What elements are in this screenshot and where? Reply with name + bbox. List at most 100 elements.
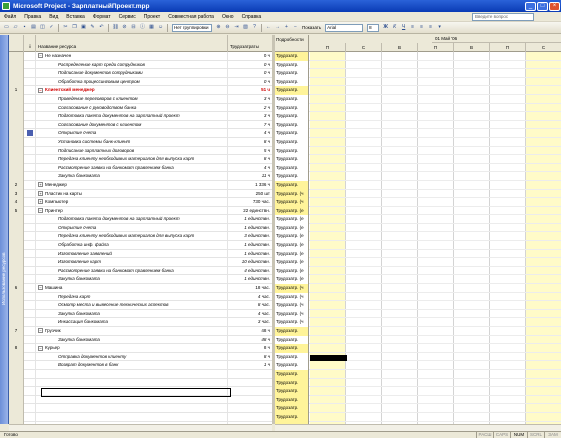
row-id[interactable] — [9, 155, 24, 164]
work-cell[interactable]: 4 час. — [228, 293, 272, 302]
day-header[interactable]: С — [526, 43, 561, 52]
menu-file[interactable]: Файл — [0, 14, 20, 20]
view-bar[interactable]: Использование ресурсов — [0, 35, 9, 424]
collapse-icon[interactable]: − — [38, 208, 43, 213]
notes-icon[interactable]: ▦ — [148, 24, 155, 31]
usage-row[interactable]: Трудозатр. (е — [275, 232, 561, 242]
empty-row[interactable] — [9, 378, 272, 388]
resource-name-cell[interactable]: Передача клиенту необходимых материалов … — [36, 155, 228, 164]
selected-cell-bar[interactable] — [310, 354, 347, 361]
expand-icon[interactable]: + — [38, 199, 43, 205]
format-painter-icon[interactable]: ✎ — [89, 24, 96, 31]
row-id[interactable]: 7 — [9, 327, 24, 336]
row-id[interactable] — [9, 378, 24, 388]
assignment-row[interactable]: Изготовление карт 10 единствн. — [9, 258, 272, 267]
usage-row[interactable]: Трудозатр. — [275, 387, 561, 396]
resource-name-cell[interactable]: Инкассация банкомата — [36, 318, 228, 327]
usage-row[interactable]: Трудозатр. — [275, 344, 561, 353]
collapse-icon[interactable]: − — [38, 328, 43, 334]
row-id[interactable] — [9, 249, 24, 259]
minus-icon[interactable]: − — [292, 24, 299, 31]
assignment-row[interactable]: Распределение карт среди сотрудников 0 ч — [9, 60, 272, 70]
row-id[interactable] — [9, 60, 24, 70]
resource-name-cell[interactable]: Передача клиенту необходимых материалов … — [36, 232, 228, 242]
usage-row[interactable]: Трудозатр. (ч — [275, 189, 561, 199]
work-cell[interactable]: 0 ч — [228, 78, 272, 87]
new-icon[interactable]: ▭ — [3, 24, 10, 31]
work-cell[interactable]: 730 час. — [228, 198, 272, 207]
note-icon[interactable] — [27, 130, 33, 137]
resource-row[interactable]: 4 + Компьютер 730 час. — [9, 198, 272, 207]
work-cell[interactable] — [228, 404, 272, 413]
usage-row[interactable]: Трудозатр. (ч — [275, 309, 561, 319]
usage-row[interactable]: Трудозатр. — [275, 120, 561, 130]
row-id[interactable] — [9, 223, 24, 233]
work-cell[interactable]: 1 единствн. — [228, 215, 272, 224]
usage-row[interactable]: Трудозатр. — [275, 404, 561, 413]
name-column-header[interactable]: Название ресурса — [36, 35, 228, 52]
maximize-button[interactable]: □ — [537, 1, 548, 11]
assignment-row[interactable]: Подготовка пакета документов на зарплатн… — [9, 215, 272, 224]
cut-icon[interactable]: ✂ — [62, 24, 69, 31]
assignment-row[interactable]: Открытие счета 1 единствн. — [9, 223, 272, 233]
select-all-header[interactable] — [9, 35, 24, 52]
work-cell[interactable] — [228, 370, 272, 379]
row-id[interactable] — [9, 369, 24, 379]
zoom-out-icon[interactable]: ⊖ — [224, 24, 231, 31]
assignment-row[interactable]: Обработка процессинговым центром 0 ч — [9, 77, 272, 87]
resource-row[interactable]: 5− Принтер 22 единствн. — [9, 206, 272, 216]
plus-icon[interactable]: + — [283, 24, 290, 31]
day-header[interactable]: В — [382, 43, 418, 52]
resource-name-cell[interactable]: Осмотр места и вывесение технических асп… — [36, 301, 228, 310]
assignment-row[interactable]: Возврат документов в банк 1 ч — [9, 361, 272, 370]
align-right-icon[interactable]: ≡ — [427, 24, 434, 31]
work-cell[interactable]: 8 ч — [228, 344, 272, 353]
usage-row[interactable]: Трудозатр. — [275, 378, 561, 388]
resource-name-cell[interactable] — [36, 395, 228, 405]
resource-name-cell[interactable]: Подписание зарплатных договоров — [36, 146, 228, 156]
usage-row[interactable]: Трудозатр. — [275, 327, 561, 336]
resource-name-cell[interactable]: − Не назначен — [36, 52, 228, 61]
row-id[interactable] — [9, 146, 24, 156]
row-id[interactable] — [9, 335, 24, 345]
row-id[interactable] — [9, 103, 24, 113]
work-cell[interactable]: 4 час. — [228, 310, 272, 319]
work-cell[interactable]: 1 ч — [228, 361, 272, 370]
work-cell[interactable]: 1 единствн. — [228, 250, 272, 259]
menu-window[interactable]: Окно — [218, 14, 238, 20]
row-id[interactable] — [9, 241, 24, 250]
usage-row[interactable]: Трудозатр. — [275, 155, 561, 164]
resource-row[interactable]: 8− Курьер 8 ч — [9, 344, 272, 353]
expand-icon[interactable]: + — [38, 190, 43, 196]
collapse-icon[interactable]: − — [38, 53, 43, 59]
row-id[interactable] — [9, 361, 24, 370]
resource-row[interactable]: 7− Грузчик 48 ч — [9, 327, 272, 336]
menu-help[interactable]: Справка — [238, 14, 266, 20]
resource-name-cell[interactable]: Рассмотрение заявки на банкомат правлени… — [36, 163, 228, 173]
resource-name-cell[interactable]: Отправка документов клиенту — [36, 352, 228, 362]
resource-name-cell[interactable]: + Менеджер — [36, 180, 228, 190]
assignment-row[interactable]: Открытие счета 4 ч — [9, 129, 272, 138]
work-cell[interactable]: 7 ч — [228, 121, 272, 130]
row-id[interactable]: 6 — [9, 284, 24, 293]
day-header[interactable]: В — [454, 43, 490, 52]
work-cell[interactable]: 11 ч — [228, 172, 272, 181]
work-cell[interactable]: 4 ч — [228, 129, 272, 138]
row-id[interactable] — [9, 309, 24, 319]
row-id[interactable] — [9, 352, 24, 362]
work-cell[interactable]: 3 час. — [228, 318, 272, 327]
resource-name-cell[interactable]: Закупка банкомата — [36, 275, 228, 285]
indicator-header[interactable]: i — [24, 35, 36, 52]
usage-row[interactable]: Трудозатр. — [275, 69, 561, 78]
row-id[interactable] — [9, 292, 24, 302]
empty-row[interactable] — [9, 404, 272, 413]
work-cell[interactable]: 3 ч — [228, 112, 272, 121]
resource-row[interactable]: 6− Машина 18 час. — [9, 284, 272, 293]
font-combo[interactable]: Arial — [325, 23, 364, 32]
usage-row[interactable]: Трудозатр. (е — [275, 275, 561, 285]
usage-row[interactable]: Трудозатр. — [275, 94, 561, 104]
resource-name-cell[interactable]: Проведение переговоров с клиентом — [36, 94, 228, 104]
save-icon[interactable]: ▪ — [21, 24, 28, 31]
work-cell[interactable]: 1 единствн. — [228, 224, 272, 233]
row-id[interactable] — [9, 215, 24, 224]
